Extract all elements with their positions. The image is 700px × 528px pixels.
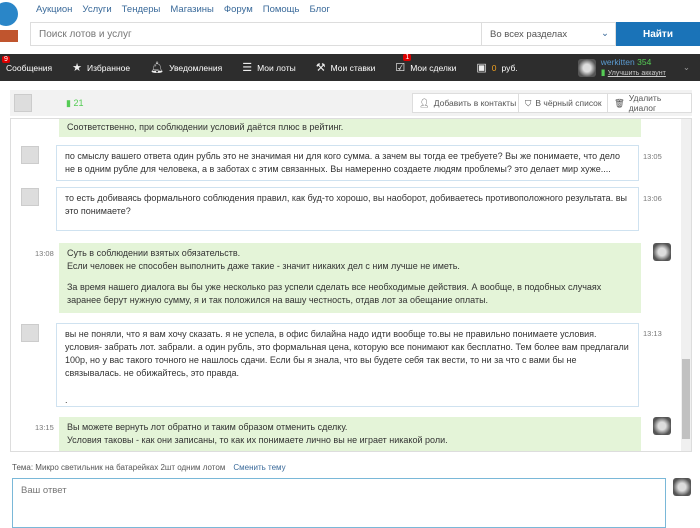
contact-avatar [21,188,39,206]
message-text: Соответственно, при соблюдении условий д… [67,122,344,132]
contact-avatar [21,146,39,164]
topic-value: Микро светильник на батарейках 2шт одним… [35,463,226,472]
nav-tenders[interactable]: Тендеры [122,4,161,15]
wallet-icon: ▣ [476,62,487,74]
scrollbar-thumb[interactable] [682,359,690,439]
star-icon: ★ [72,62,83,74]
message-time: 13:15 [35,423,54,432]
user-toolbar: 9 Сообщения ★ Избранное 🔔︎ Уведомления ☰ Мои… [0,54,700,81]
trash-icon: 🗑︎ [614,97,625,108]
my-lots-link[interactable]: ☰ Мои лоты [242,61,296,74]
section-select[interactable]: Во всех разделах ⌄ [481,23,615,45]
topic-line: Тема: Микро светильник на батарейках 2шт… [12,463,286,472]
upgrade-icon: ▮ [600,67,606,77]
message-text: Вы можете вернуть лот обратно и таким об… [67,422,348,432]
my-deals-label: Мои сделки [410,62,457,73]
user-rating: 354 [637,57,652,67]
balance-value: 0 [491,62,497,73]
add-contact-button[interactable]: 👤︎ Добавить в контакты [412,93,524,113]
messages-badge: 9 [2,55,10,63]
my-lots-label: Мои лоты [257,62,296,73]
username: werkitten [600,57,635,67]
message-other: то есть добиваясь формального соблюдения… [56,187,639,231]
messages-link[interactable]: 9 Сообщения [2,55,53,73]
search-bar: Во всех разделах ⌄ [30,22,616,46]
message-text: Если человек не способен выполнить даже … [67,261,460,271]
message-mine: Суть в соблюдении взятых обязательств. Ес… [59,243,641,313]
contact-rating: ▮ 21 [66,97,84,108]
messages-label: Сообщения [6,62,53,73]
section-select-value: Во всех разделах [490,29,568,40]
reply-input[interactable] [12,478,666,528]
notifications-link[interactable]: 🔔︎ Уведомления [150,61,222,74]
nav-blog[interactable]: Блог [309,4,330,15]
bell-icon: 🔔︎ [150,62,165,74]
message-other: по смыслу вашего ответа один рубль это н… [56,145,639,181]
notifications-label: Уведомления [169,62,223,73]
my-bids-label: Мои ставки [330,62,376,73]
favorites-label: Избранное [87,62,131,73]
message-mine: Вы можете вернуть лот обратно и таким об… [59,417,641,451]
currency-label: руб. [501,62,518,73]
message-text: . [65,395,68,405]
message-time: 13:08 [35,249,54,258]
balance-link[interactable]: ▣ 0 руб. [476,61,517,74]
message-text: то есть добиваясь формального соблюдения… [65,193,627,216]
top-nav: Аукцион Услуги Тендеры Магазины Форум Помощь Б… [36,4,330,15]
blacklist-label: В чёрный список [535,98,602,108]
nav-services[interactable]: Услуги [82,4,111,15]
message-time: 13:05 [643,152,662,161]
nav-auction[interactable]: Аукцион [36,4,72,15]
chevron-down-icon: ⌄ [601,28,609,39]
deals-badge: 1 [403,54,412,61]
my-bids-link[interactable]: ⚒ Мои ставки [316,61,376,74]
chevron-down-icon: ⌄ [682,62,690,72]
message-text: Условия таковы - как они записаны, то ка… [67,435,448,445]
message-list: Соответственно, при соблюдении условий д… [10,118,692,452]
my-deals-link[interactable]: ☑ 1 Мои сделки [395,54,457,74]
nav-forum[interactable]: Форум [224,4,253,15]
nav-help[interactable]: Помощь [263,4,300,15]
message-mine: Соответственно, при соблюдении условий д… [59,119,641,137]
contact-rating-value: 21 [73,97,84,108]
blacklist-button[interactable]: ⛉ В чёрный список [518,93,609,113]
message-time: 13:06 [643,194,662,203]
contact-avatar [14,94,32,112]
user-avatar [673,478,691,496]
dialog-header: ▮ 21 👤︎ Добавить в контакты ⛉ В чёрный спи… [10,90,692,116]
search-input[interactable] [31,23,481,45]
user-avatar [653,417,671,435]
delete-dialog-button[interactable]: 🗑︎ Удалить диалог [607,93,692,113]
block-icon: ⛉ [525,97,532,108]
site-logo[interactable] [0,0,24,50]
message-text: Суть в соблюдении взятых обязательств. [67,248,241,258]
topic-label: Тема: [12,463,34,472]
contact-avatar [21,324,39,342]
scrollbar[interactable] [681,119,691,451]
nav-shops[interactable]: Магазины [170,4,213,15]
change-topic-link[interactable]: Сменить тему [233,463,285,472]
user-avatar [577,58,596,77]
message-other: вы не поняли, что я вам хочу сказать. я … [56,323,639,407]
upgrade-link[interactable]: Улучшить аккаунт [608,70,666,77]
delete-dialog-label: Удалить диалог [628,93,662,113]
user-plus-icon: 👤︎ [419,97,430,108]
add-contact-label: Добавить в контакты [433,98,517,108]
message-text: За время нашего диалога вы бы уже нескол… [67,282,602,305]
user-menu[interactable]: werkitten 354 ▮ Улучшить аккаунт ⌄ [577,57,690,78]
user-avatar [653,243,671,261]
favorites-link[interactable]: ★ Избранное [72,61,130,74]
message-time: 13:13 [643,329,662,338]
list-icon: ☰ [242,62,253,74]
gavel-icon: ⚒ [315,62,326,74]
message-text: по смыслу вашего ответа один рубль это н… [65,151,620,174]
search-button[interactable]: Найти [616,22,700,46]
message-text: вы не поняли, что я вам хочу сказать. я … [65,329,629,378]
checkbox-icon: ☑ [395,62,406,74]
